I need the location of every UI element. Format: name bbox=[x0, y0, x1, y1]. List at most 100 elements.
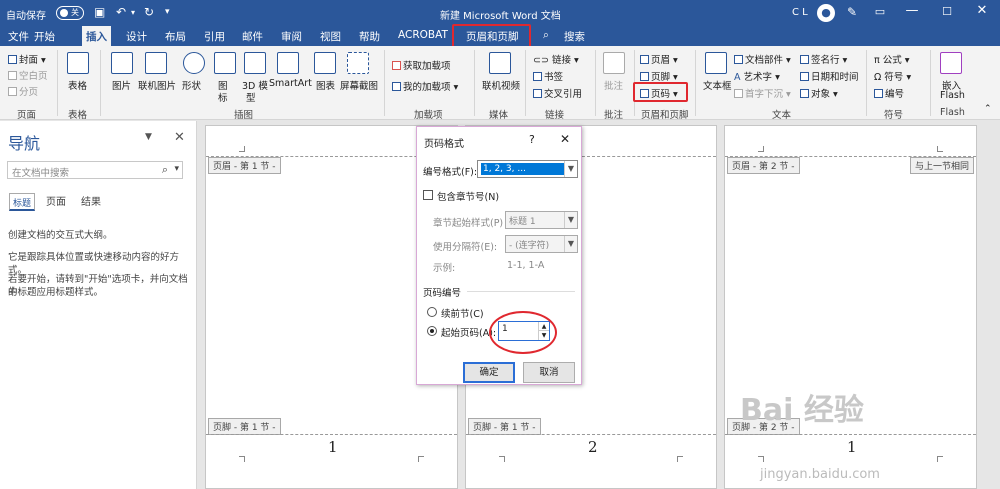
tab-acrobat[interactable]: ACROBAT bbox=[398, 29, 448, 41]
datetime-button[interactable]: 日期和时间 bbox=[800, 69, 859, 83]
chevron-down-icon[interactable]: ▼ bbox=[564, 236, 577, 252]
group-links: 链接 bbox=[545, 110, 565, 121]
textbox-button[interactable]: 文本框 bbox=[703, 78, 732, 92]
separator bbox=[695, 50, 696, 116]
tab-references[interactable]: 引用 bbox=[204, 29, 225, 44]
maximize-button[interactable]: ☐ bbox=[933, 5, 961, 18]
nav-search-input[interactable]: 在文档中搜索 ⌕ ▾ bbox=[7, 161, 183, 179]
user-avatar[interactable]: ● bbox=[817, 4, 835, 22]
addins-icon bbox=[392, 82, 401, 91]
icons-button-line2[interactable]: 标 bbox=[218, 90, 228, 104]
customize-toolbar-icon[interactable]: ▾ bbox=[165, 7, 170, 17]
blank-page-button[interactable]: 空白页 bbox=[8, 68, 48, 82]
page-number[interactable]: 1 bbox=[847, 438, 857, 456]
nav-tab-pages[interactable]: 页面 bbox=[46, 193, 66, 208]
tab-help[interactable]: 帮助 bbox=[359, 29, 380, 44]
wordart-button[interactable]: A 艺术字 ▾ bbox=[734, 69, 780, 83]
pictures-icon bbox=[111, 52, 133, 74]
number-button[interactable]: 编号 bbox=[874, 86, 904, 100]
number-label: 编号 bbox=[885, 89, 905, 100]
bookmark-button[interactable]: 书签 bbox=[533, 69, 563, 83]
chapter-style-value: 标题 1 bbox=[509, 217, 536, 227]
start-at-radio[interactable] bbox=[427, 326, 437, 336]
equation-button[interactable]: π 公式 ▾ bbox=[874, 52, 910, 66]
signature-line-button[interactable]: 签名行 ▾ bbox=[800, 52, 847, 66]
search-icon[interactable]: ⌕ bbox=[543, 29, 549, 42]
search-icon[interactable]: ⌕ bbox=[162, 163, 168, 177]
screenshot-button[interactable]: 屏幕截图 bbox=[340, 78, 378, 92]
pictures-button[interactable]: 图片 bbox=[112, 78, 131, 92]
document-page-3[interactable]: 页眉 - 第 2 节 - 与上一节相同 页脚 - 第 2 节 - 1 bbox=[724, 125, 977, 489]
page-number[interactable]: 2 bbox=[588, 438, 598, 456]
object-button[interactable]: 对象 ▾ bbox=[800, 86, 838, 100]
include-chapter-checkbox[interactable] bbox=[423, 190, 433, 200]
undo-icon[interactable]: ↶ bbox=[116, 5, 126, 19]
screenshot-icon bbox=[347, 52, 369, 74]
chevron-down-icon[interactable]: ▾ bbox=[174, 164, 179, 174]
3d-model-button-line2[interactable]: 型 bbox=[246, 90, 256, 104]
header-label: 页眉 bbox=[651, 55, 671, 66]
new-comment-button[interactable]: 批注 bbox=[604, 78, 623, 92]
tab-insert[interactable]: 插入 bbox=[82, 26, 111, 46]
nav-help-line3b: 的标题应用标题样式。 bbox=[8, 287, 104, 298]
chapter-style-select[interactable]: 标题 1 ▼ bbox=[505, 211, 578, 229]
tab-search[interactable]: 搜索 bbox=[564, 29, 585, 44]
separator bbox=[474, 50, 475, 116]
online-pictures-button[interactable]: 联机图片 bbox=[138, 78, 176, 92]
tab-home[interactable]: 开始 bbox=[34, 29, 55, 44]
group-header-footer: 页眉和页脚 bbox=[641, 110, 689, 121]
tab-mailings[interactable]: 邮件 bbox=[242, 29, 263, 44]
help-icon[interactable]: ? bbox=[529, 133, 535, 146]
save-icon[interactable]: ▣ bbox=[94, 5, 105, 19]
nav-close-icon[interactable]: ✕ bbox=[174, 130, 185, 145]
symbol-button[interactable]: Ω 符号 ▾ bbox=[874, 69, 911, 83]
autosave-toggle[interactable]: 关 bbox=[56, 6, 84, 20]
user-name[interactable]: C L bbox=[792, 7, 808, 18]
page-break-button[interactable]: 分页 bbox=[8, 84, 38, 98]
number-format-select[interactable]: 1, 2, 3, ... ▼ bbox=[477, 160, 578, 178]
tab-layout[interactable]: 布局 bbox=[165, 29, 186, 44]
quick-parts-button[interactable]: 文档部件 ▾ bbox=[734, 52, 791, 66]
tab-review[interactable]: 审阅 bbox=[281, 29, 302, 44]
ribbon-display-icon[interactable]: ▭ bbox=[866, 5, 894, 18]
crossref-button[interactable]: 交叉引用 bbox=[533, 86, 582, 100]
crop-mark bbox=[677, 456, 683, 462]
nav-tab-headings[interactable]: 标题 bbox=[9, 193, 36, 211]
get-addins-button[interactable]: 获取加载项 bbox=[392, 58, 451, 72]
chevron-down-icon[interactable]: ▼ bbox=[564, 161, 577, 177]
ok-button[interactable]: 确定 bbox=[463, 362, 515, 383]
header-button[interactable]: 页眉 ▾ bbox=[640, 52, 678, 66]
datetime-label: 日期和时间 bbox=[811, 72, 859, 83]
nav-options-icon[interactable]: ▼ bbox=[145, 132, 152, 142]
shapes-button[interactable]: 形状 bbox=[182, 78, 201, 92]
chart-button[interactable]: 图表 bbox=[316, 78, 335, 92]
table-button[interactable]: 表格 bbox=[68, 78, 87, 92]
continue-radio[interactable] bbox=[427, 307, 437, 317]
page-number[interactable]: 1 bbox=[328, 438, 338, 456]
group-pages: 页面 bbox=[17, 110, 37, 121]
undo-dropdown-icon[interactable]: ▾ bbox=[131, 8, 135, 17]
collapse-ribbon-icon[interactable]: ⌃ bbox=[984, 104, 992, 114]
my-addins-button[interactable]: 我的加载项 ▾ bbox=[392, 79, 458, 93]
tab-design[interactable]: 设计 bbox=[126, 29, 147, 44]
tab-file[interactable]: 文件 bbox=[8, 29, 29, 44]
close-icon[interactable]: ✕ bbox=[560, 132, 570, 146]
cover-page-button[interactable]: 封面 ▾ bbox=[8, 52, 46, 66]
separator-select[interactable]: - (连字符) ▼ bbox=[505, 235, 578, 253]
embed-flash-button-line2[interactable]: Flash bbox=[940, 90, 965, 101]
cancel-button[interactable]: 取消 bbox=[523, 362, 575, 383]
dropcap-button[interactable]: 首字下沉 ▾ bbox=[734, 86, 791, 100]
footer-button[interactable]: 页脚 ▾ bbox=[640, 69, 678, 83]
crossref-label: 交叉引用 bbox=[544, 89, 583, 100]
close-button[interactable]: ✕ bbox=[968, 3, 996, 18]
include-chapter-label: 包含章节号(N) bbox=[437, 192, 500, 203]
nav-tab-results[interactable]: 结果 bbox=[81, 193, 101, 208]
link-button[interactable]: ⊂⊃ 链接 ▾ bbox=[533, 52, 579, 66]
smartart-button[interactable]: SmartArt bbox=[269, 78, 312, 89]
pen-icon[interactable]: ✎ bbox=[847, 5, 857, 19]
tab-view[interactable]: 视图 bbox=[320, 29, 341, 44]
online-video-button[interactable]: 联机视频 bbox=[482, 78, 520, 92]
minimize-button[interactable]: — bbox=[898, 3, 926, 18]
redo-icon[interactable]: ↻ bbox=[144, 5, 154, 19]
chevron-down-icon[interactable]: ▼ bbox=[564, 212, 577, 228]
